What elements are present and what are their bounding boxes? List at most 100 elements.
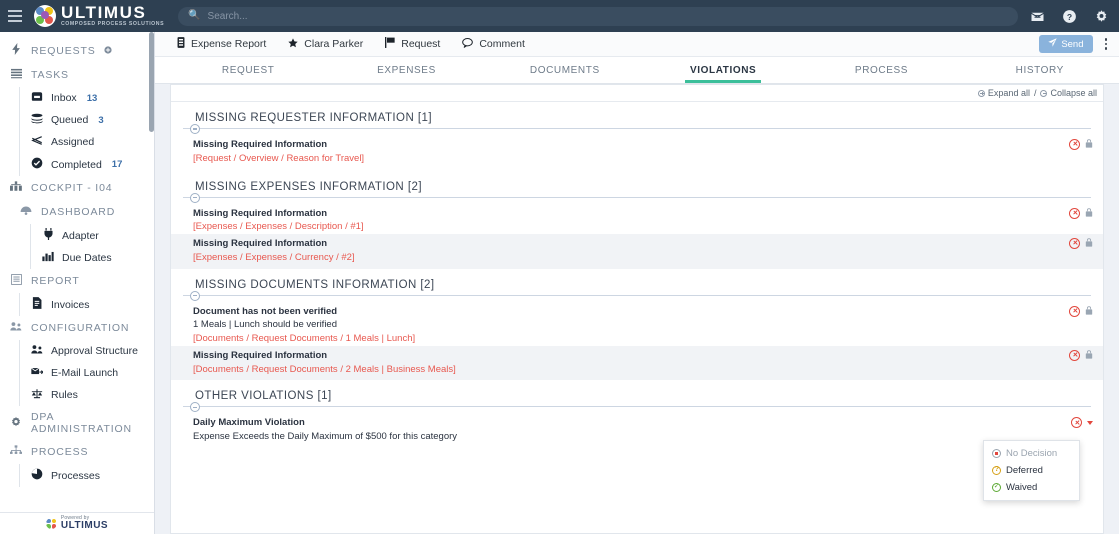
ban-icon[interactable] xyxy=(1069,349,1080,361)
violation-path: [Documents / Request Documents / 2 Meals… xyxy=(193,363,456,375)
layers-icon xyxy=(30,113,44,127)
sidebar-item-queued[interactable]: Queued 3 xyxy=(20,109,154,131)
ban-icon[interactable] xyxy=(1069,305,1080,317)
sidebar-group-dpa-administration[interactable]: DPA ADMINISTRATION xyxy=(0,406,154,440)
tab-label: HISTORY xyxy=(1015,64,1064,76)
ban-icon[interactable] xyxy=(1069,139,1080,150)
tab-expenses[interactable]: EXPENSES xyxy=(327,57,485,83)
app-shell: REQUESTS TASKS Inbox 13 Queued 3 Assigne… xyxy=(0,32,1119,534)
collapse-all-button[interactable]: Collapse all xyxy=(1040,88,1097,98)
sidebar-item-due-dates[interactable]: Due Dates xyxy=(31,247,154,269)
sidebar-group-label: REPORT xyxy=(31,275,80,287)
ban-icon[interactable] xyxy=(1069,207,1080,219)
sidebar-group-report[interactable]: REPORT xyxy=(0,269,154,293)
tab-process[interactable]: PROCESS xyxy=(802,57,960,83)
dashboard-icon xyxy=(19,205,33,219)
sidebar-group-requests[interactable]: REQUESTS xyxy=(0,38,154,63)
tab-violations[interactable]: VIOLATIONS xyxy=(644,57,802,83)
dropdown-option-deferred[interactable]: Deferred xyxy=(984,462,1079,479)
violation-group-title: OTHER VIOLATIONS [1] xyxy=(195,390,332,403)
share-icon xyxy=(30,135,44,149)
breadcrumb-label: Clara Parker xyxy=(304,38,364,50)
tab-request[interactable]: REQUEST xyxy=(169,57,327,83)
sidebar-item-invoices[interactable]: Invoices xyxy=(20,293,154,316)
sidebar-group-cockpit[interactable]: COCKPIT - I04 xyxy=(0,176,154,200)
email-launch-icon xyxy=(30,366,44,380)
sidebar-group-label: REQUESTS xyxy=(31,44,96,57)
sidebar-item-rules[interactable]: Rules xyxy=(20,384,154,406)
dropdown-option-label: Waived xyxy=(1006,482,1038,493)
sidebar-item-count: 13 xyxy=(86,92,98,104)
brand-logo: ULTIMUS COMPOSED PROCESS SOLUTIONS xyxy=(34,4,164,27)
config-icon xyxy=(9,321,23,335)
sidebar-scrollbar[interactable] xyxy=(149,32,154,132)
tab-label: PROCESS xyxy=(854,64,909,76)
sidebar-group-tasks[interactable]: TASKS xyxy=(0,63,154,87)
violations-panel: Expand all / Collapse all MISSING REQUES… xyxy=(170,84,1104,534)
violation-title: Document has not been verified xyxy=(193,305,338,317)
search-box[interactable]: 🔍 xyxy=(178,6,1018,26)
violation-title: Daily Maximum Violation xyxy=(193,417,305,429)
decision-dropdown[interactable]: No Decision Deferred Waived xyxy=(983,440,1080,501)
add-request-icon[interactable] xyxy=(103,45,112,56)
tab-label: DOCUMENTS xyxy=(529,64,600,76)
violation-title: Missing Required Information xyxy=(193,238,328,250)
sidebar-item-label: Invoices xyxy=(51,298,90,311)
sidebar-item-approval-structure[interactable]: Approval Structure xyxy=(20,340,154,362)
dropdown-option-no-decision[interactable]: No Decision xyxy=(984,445,1079,462)
expand-all-button[interactable]: Expand all xyxy=(977,88,1030,98)
ultimus-mini-logo-icon xyxy=(45,518,57,529)
sidebar-item-email-launch[interactable]: E-Mail Launch xyxy=(20,362,154,384)
violation-group: MISSING EXPENSES INFORMATION [2] Missing… xyxy=(171,171,1103,269)
ban-icon[interactable] xyxy=(1071,417,1082,429)
sidebar-item-adapter[interactable]: Adapter xyxy=(31,224,154,247)
collapse-all-label: Collapse all xyxy=(1050,88,1097,98)
breadcrumb-item-comment[interactable]: Comment xyxy=(462,37,525,51)
tab-documents[interactable]: DOCUMENTS xyxy=(486,57,644,83)
star-icon xyxy=(288,37,298,51)
breadcrumb-item-request[interactable]: Request xyxy=(385,37,440,51)
sidebar-group-configuration[interactable]: CONFIGURATION xyxy=(0,316,154,340)
mail-icon[interactable] xyxy=(1030,9,1045,24)
breadcrumb: Expense Report Clara Parker Request Comm… xyxy=(155,32,1119,57)
breadcrumb-item-expense-report[interactable]: Expense Report xyxy=(177,37,266,51)
violation-group-title: MISSING DOCUMENTS INFORMATION [2] xyxy=(195,278,435,291)
sidebar-item-inbox[interactable]: Inbox 13 xyxy=(20,87,154,109)
main-content: Expense Report Clara Parker Request Comm… xyxy=(155,32,1119,534)
sidebar-item-completed[interactable]: Completed 17 xyxy=(20,153,154,176)
sidebar-item-assigned[interactable]: Assigned xyxy=(20,131,154,153)
breadcrumb-label: Request xyxy=(401,38,441,50)
help-icon[interactable]: ? xyxy=(1062,9,1077,24)
inbox-icon xyxy=(30,91,44,105)
cockpit-icon xyxy=(9,181,23,195)
sidebar-group-process[interactable]: PROCESS xyxy=(0,440,154,464)
people-icon xyxy=(30,344,44,358)
send-button[interactable]: Send xyxy=(1039,35,1093,53)
send-label: Send xyxy=(1061,38,1084,50)
gear-icon[interactable] xyxy=(1094,9,1109,24)
hamburger-icon[interactable] xyxy=(8,7,26,25)
more-vertical-icon[interactable] xyxy=(1104,38,1107,50)
ban-icon[interactable] xyxy=(1069,238,1080,250)
violation-subtitle: Expense Exceeds the Daily Maximum of $50… xyxy=(193,431,458,443)
violation-group-title: MISSING EXPENSES INFORMATION [2] xyxy=(195,180,422,193)
breadcrumb-item-clara-parker[interactable]: Clara Parker xyxy=(288,37,364,51)
tab-history[interactable]: HISTORY xyxy=(961,57,1119,83)
violation-row: Missing Required Information [Request / … xyxy=(171,129,1103,171)
violation-group-header: MISSING EXPENSES INFORMATION [2] xyxy=(171,171,1103,197)
tab-label: EXPENSES xyxy=(377,64,436,76)
sidebar-subgroup-dashboard: Adapter Due Dates xyxy=(30,224,154,269)
sidebar-group-label: COCKPIT - I04 xyxy=(31,182,113,194)
sidebar-group-label: TASKS xyxy=(31,69,69,81)
sidebar-nav: REQUESTS TASKS Inbox 13 Queued 3 Assigne… xyxy=(0,32,154,512)
collapse-all-icon xyxy=(1040,89,1048,97)
sidebar-item-processes[interactable]: Processes xyxy=(20,464,154,487)
sidebar-item-label: Rules xyxy=(51,389,78,401)
dropdown-option-waived[interactable]: Waived xyxy=(984,479,1079,496)
violation-path: [Request / Overview / Reason for Travel] xyxy=(193,152,365,164)
sidebar-item-label: E-Mail Launch xyxy=(51,367,119,379)
caret-down-icon[interactable] xyxy=(1087,420,1093,425)
sidebar-group-dashboard[interactable]: DASHBOARD xyxy=(0,200,154,224)
search-input[interactable] xyxy=(207,10,1008,22)
sidebar-item-count: 17 xyxy=(111,159,123,170)
